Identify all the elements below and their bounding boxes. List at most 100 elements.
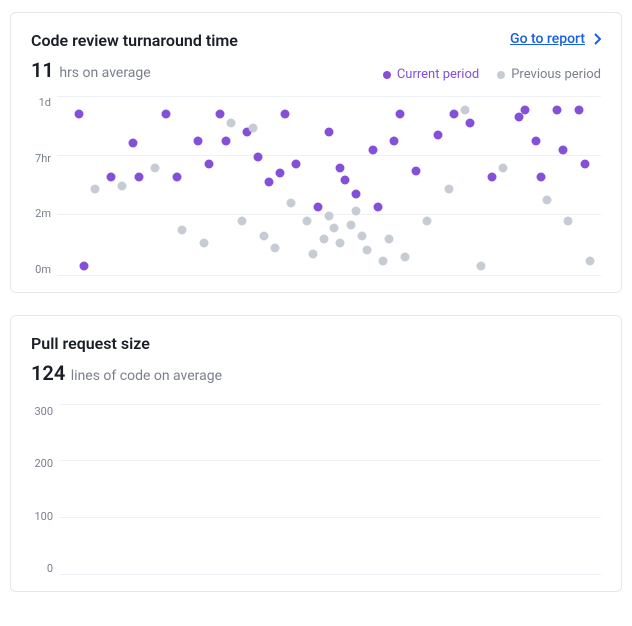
metric-unit: hrs on average [59,65,150,81]
data-point [466,118,475,127]
avg-metric: 124 lines of code on average [31,361,601,385]
card-title: Code review turnaround time [31,31,238,50]
data-point [74,109,83,118]
data-point [286,199,295,208]
data-point [107,172,116,181]
data-point [118,181,127,190]
data-point [330,224,339,233]
data-point [265,177,274,186]
legend: Current period Previous period [383,67,601,82]
legend-label: Previous period [511,67,601,82]
data-point [199,238,208,247]
data-point [520,106,529,115]
data-point [564,217,573,226]
data-point [537,172,546,181]
data-point [270,244,279,253]
data-point [150,163,159,172]
data-point [363,245,372,254]
data-point [575,106,584,115]
data-point [531,136,540,145]
pr-size-card: Pull request size 124 lines of code on a… [10,315,622,592]
data-point [335,238,344,247]
data-point [237,217,246,226]
y-tick: 200 [31,457,53,470]
data-point [248,124,257,133]
data-point [221,136,230,145]
data-point [194,136,203,145]
metric-value: 124 [31,361,65,385]
code-review-card: Code review turnaround time Go to report… [10,12,622,293]
data-point [499,163,508,172]
data-point [80,262,89,271]
data-point [368,145,377,154]
legend-previous: Previous period [497,67,601,82]
data-point [379,256,388,265]
data-point [401,253,410,262]
data-point [259,231,268,240]
dot-icon [497,71,505,79]
metric-row: 11 hrs on average Current period Previou… [31,58,601,82]
data-point [422,217,431,226]
go-to-report-link[interactable]: Go to report [510,31,601,47]
data-point [161,109,170,118]
data-point [314,202,323,211]
data-point [205,160,214,169]
metric-value: 11 [31,58,54,82]
y-tick: 0 [31,562,53,575]
y-tick: 1d [31,96,51,109]
data-point [580,160,589,169]
data-point [276,168,285,177]
metric-unit: lines of code on average [71,368,222,384]
link-label: Go to report [510,31,585,47]
y-tick: 0m [31,263,51,276]
y-axis: 300 200 100 0 [31,405,59,575]
y-tick: 300 [31,405,53,418]
data-point [412,167,421,176]
data-point [134,172,143,181]
data-point [346,220,355,229]
data-point [216,109,225,118]
legend-current: Current period [383,67,479,82]
data-point [303,217,312,226]
scatter-plot: 1d 7hr 2m 0m [31,96,601,276]
data-point [357,231,366,240]
data-point [308,249,317,258]
data-point [373,202,382,211]
data-point [461,106,470,115]
data-point [444,185,453,194]
data-point [395,109,404,118]
data-point [450,109,459,118]
data-point [292,160,301,169]
legend-label: Current period [397,67,479,82]
data-point [325,127,334,136]
data-point [178,226,187,235]
data-point [281,109,290,118]
data-point [586,256,595,265]
data-point [433,131,442,140]
bars-area [59,405,601,575]
card-title: Pull request size [31,334,601,353]
data-point [352,206,361,215]
card-header: Code review turnaround time Go to report [31,31,601,50]
data-point [319,235,328,244]
chevron-right-icon [593,33,601,45]
y-axis: 1d 7hr 2m 0m [31,96,57,276]
y-tick: 2m [31,207,51,220]
data-point [172,172,181,181]
data-point [91,185,100,194]
data-point [254,152,263,161]
avg-metric: 11 hrs on average [31,58,151,82]
data-point [335,163,344,172]
data-point [325,211,334,220]
scatter-area [57,96,601,276]
data-point [488,172,497,181]
data-point [558,145,567,154]
data-point [352,190,361,199]
data-point [384,235,393,244]
data-point [553,106,562,115]
dot-icon [383,71,391,79]
data-point [477,262,486,271]
data-point [129,138,138,147]
data-point [390,136,399,145]
y-tick: 100 [31,510,53,523]
